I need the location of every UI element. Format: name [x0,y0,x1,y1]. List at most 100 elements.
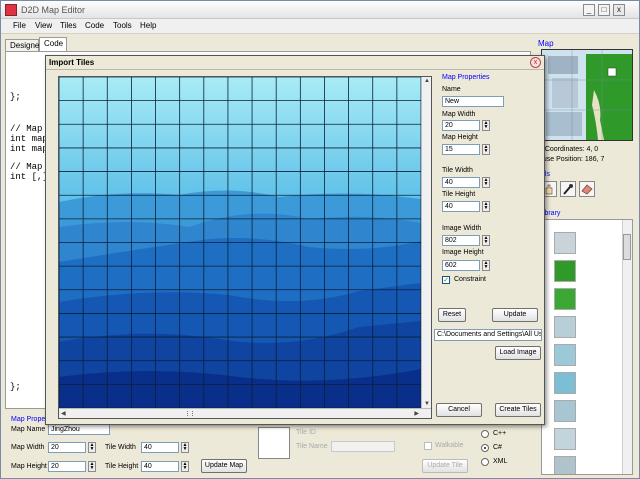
tile-height-field[interactable]: 40 [141,461,179,472]
image-path-field[interactable]: C:\Documents and Settings\All Us [434,329,542,341]
library-tile[interactable] [554,260,576,282]
tab-designer[interactable]: Designer [5,39,42,51]
tile-image [59,77,421,408]
constraint-label: Constraint [454,276,486,283]
library-tile[interactable] [554,372,576,394]
map-name-field[interactable]: JingZhou [48,424,110,435]
dialog-close-icon[interactable]: x [530,57,541,68]
map-width-field[interactable]: 20 [48,442,86,453]
dialog-image-height-field[interactable]: 602 [442,260,480,271]
menu-file[interactable]: File [13,21,26,30]
code-line: }; [10,382,21,392]
dialog-update-button[interactable]: Update [492,308,538,322]
map-height-stepper[interactable]: ▲ ▼ [88,461,96,472]
code-line: }; [10,92,21,102]
dialog-map-height-stepper[interactable]: ▲ ▼ [482,144,490,155]
map-name-label: Map Name [11,426,46,433]
dialog-tile-height-label: Tile Height [442,191,476,198]
load-image-button[interactable]: Load Image [495,346,541,360]
dialog-tile-height-stepper[interactable]: ▲ ▼ [482,201,490,212]
update-tile-button[interactable]: Update Tile [422,459,468,473]
create-tiles-button[interactable]: Create Tiles [495,403,541,417]
reset-button[interactable]: Reset [438,308,466,322]
dialog-map-height-label: Map Height [442,134,478,141]
tile-name-label: Tile Name [296,443,328,450]
tile-preview [258,427,290,459]
dialog-image-width-label: Image Width [442,225,482,232]
menu-code[interactable]: Code [85,21,104,30]
cancel-button[interactable]: Cancel [436,403,482,417]
dialog-tile-height-field[interactable]: 40 [442,201,480,212]
dialog-image-width-stepper[interactable]: ▲ ▼ [482,235,490,246]
radio-csharp-label: C# [493,444,502,451]
library-tile[interactable] [554,344,576,366]
menu-view[interactable]: View [35,21,52,30]
tile-library[interactable] [541,219,633,475]
mouse-position: ouse Position: 186, 7 [539,156,605,163]
constraint-checkbox[interactable]: ✓ [442,276,450,284]
tile-image-canvas[interactable]: ▲ ▼ ◀ ▶ [58,76,432,419]
walkable-checkbox[interactable] [424,442,432,450]
dialog-name-label: Name [442,86,461,93]
dialog-map-properties-label: Map Properties [442,74,490,81]
dialog-tile-width-stepper[interactable]: ▲ ▼ [482,177,490,188]
tile-width-label: Tile Width [105,444,136,451]
radio-xml-label: XML [493,458,508,465]
dialog-tile-width-field[interactable]: 40 [442,177,480,188]
app-icon [5,4,17,16]
map-height-field[interactable]: 20 [48,461,86,472]
tile-id-label: Tile ID [296,429,316,436]
radio-cpp-label: C++ [493,430,507,437]
radio-csharp[interactable] [481,444,489,452]
dialog-tile-width-label: Tile Width [442,167,473,174]
menu-help[interactable]: Help [140,21,156,30]
map-height-label: Map Height [11,463,47,470]
scroll-grip-icon[interactable] [187,411,193,416]
library-tile[interactable] [554,428,576,450]
library-tile[interactable] [554,456,576,474]
map-width-label: Map Width [11,444,45,451]
dialog-title: Import Tiles [49,58,95,67]
tile-name-field[interactable] [331,441,395,452]
library-tile[interactable] [554,400,576,422]
dialog-image-width-field[interactable]: 802 [442,235,480,246]
dialog-title-bar: Import Tiles x [46,56,544,70]
radio-cpp[interactable] [481,430,489,438]
dialog-map-width-stepper[interactable]: ▲ ▼ [482,120,490,131]
maximize-button[interactable]: □ [598,4,610,16]
map-properties-label: Map Propert [11,416,50,423]
tile-width-stepper[interactable]: ▲ ▼ [181,442,189,453]
tile-width-field[interactable]: 40 [141,442,179,453]
window-title: D2D Map Editor [21,5,86,15]
library-tile[interactable] [554,316,576,338]
minimize-button[interactable]: _ [583,4,595,16]
map-width-stepper[interactable]: ▲ ▼ [88,442,96,453]
canvas-horizontal-scrollbar[interactable]: ◀ ▶ [59,408,431,418]
library-scroll-thumb[interactable] [623,234,631,260]
radio-xml[interactable] [481,458,489,466]
dialog-map-width-label: Map Width [442,111,476,118]
import-tiles-dialog: Import Tiles x ▲ ▼ ◀ ▶ Map Properties Na… [45,55,545,425]
dialog-image-height-stepper[interactable]: ▲ ▼ [482,260,490,271]
dialog-map-width-field[interactable]: 20 [442,120,480,131]
library-scrollbar[interactable] [622,220,632,474]
dialog-image-height-label: Image Height [442,249,484,256]
eraser-tool-icon[interactable] [579,181,595,197]
library-tile[interactable] [554,288,576,310]
dialog-map-height-field[interactable]: 15 [442,144,480,155]
update-map-button[interactable]: Update Map [201,459,247,473]
picker-tool-icon[interactable] [560,181,576,197]
tile-height-stepper[interactable]: ▲ ▼ [181,461,189,472]
tab-code[interactable]: Code [39,37,67,51]
menu-bar: File View Tiles Code Tools Help [1,19,639,34]
canvas-vertical-scrollbar[interactable]: ▲ ▼ [421,77,431,408]
menu-tools[interactable]: Tools [113,21,132,30]
code-line: int [,] [10,172,48,182]
dialog-name-field[interactable]: New [442,96,504,107]
walkable-label: Walkable [435,442,464,449]
library-tile[interactable] [554,232,576,254]
minimap[interactable] [541,49,633,141]
close-button[interactable]: x [613,4,625,16]
menu-tiles[interactable]: Tiles [60,21,77,30]
minimap-image [542,50,632,140]
